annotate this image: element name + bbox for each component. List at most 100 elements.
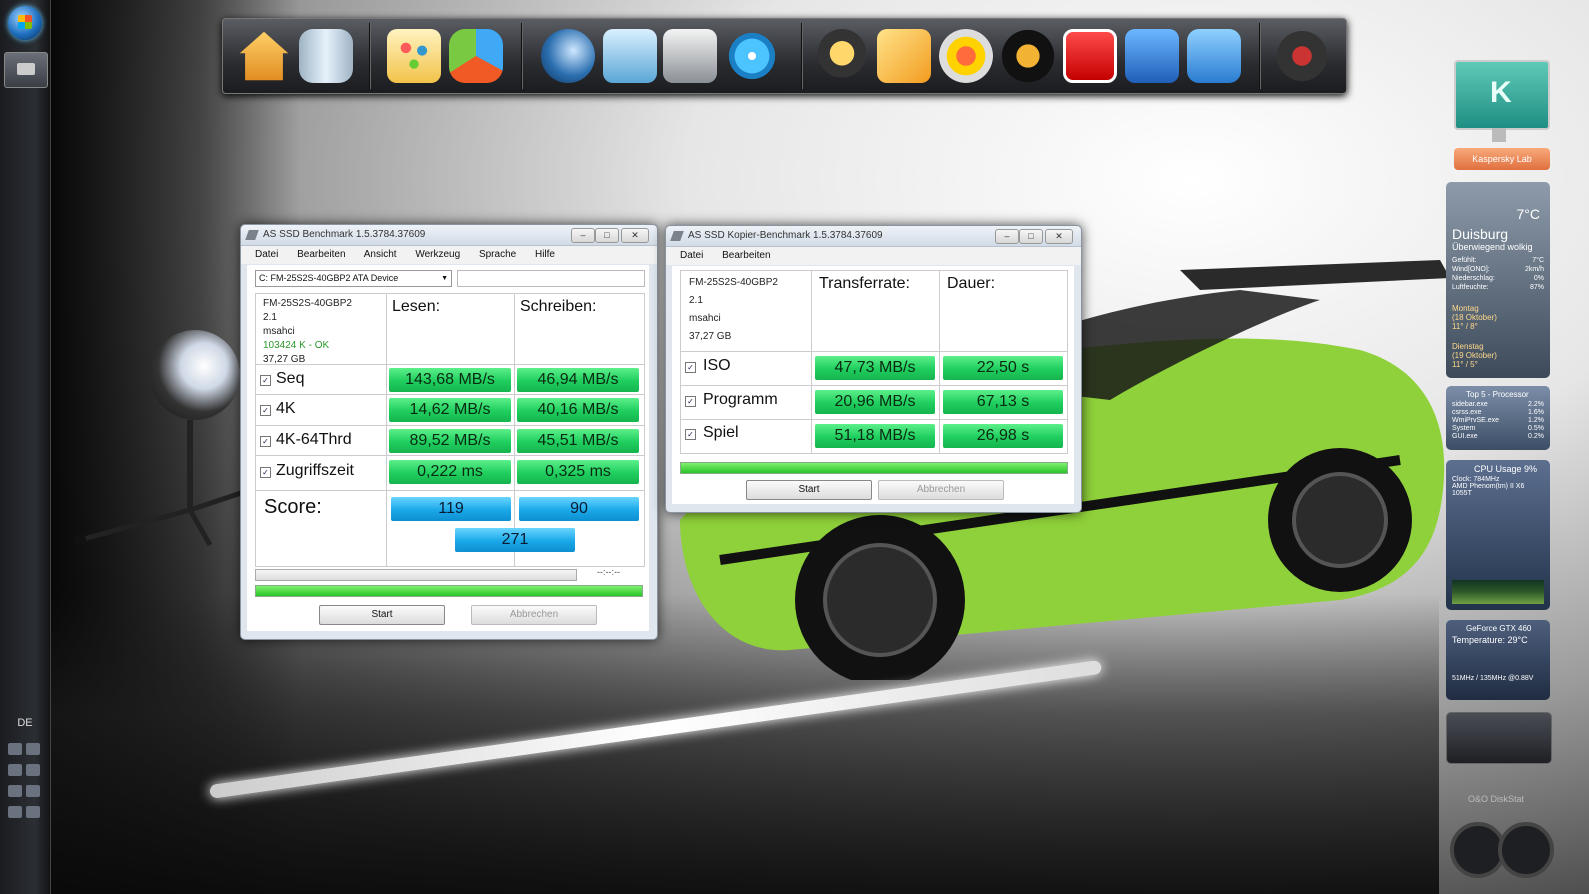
read-header: Lesen: xyxy=(392,298,441,315)
gpu-title: GeForce GTX 460 xyxy=(1466,624,1532,633)
cancel-button[interactable]: Abbrechen xyxy=(471,605,597,625)
r-logo-icon[interactable] xyxy=(1063,29,1117,83)
diskstat-gadget[interactable]: O&O DiskStat xyxy=(1446,786,1554,886)
tray-icon[interactable] xyxy=(8,806,22,818)
4k-checkbox[interactable]: ✓ xyxy=(260,405,271,416)
cpu-usage-gadget[interactable]: CPU Usage 9% Clock: 784MHz AMD Phenom(tm… xyxy=(1446,460,1550,610)
tray-icon[interactable] xyxy=(8,785,22,797)
taskbar-app-button[interactable] xyxy=(4,52,48,88)
menu-sprache[interactable]: Sprache xyxy=(479,249,516,260)
start-button[interactable] xyxy=(8,6,42,40)
close-button[interactable]: ✕ xyxy=(1045,229,1073,244)
start-button[interactable]: Start xyxy=(319,605,445,625)
game-checkbox[interactable]: ✓ xyxy=(685,429,696,440)
kaspersky-label: Kaspersky Lab xyxy=(1454,148,1550,170)
menu-hilfe[interactable]: Hilfe xyxy=(535,249,555,260)
window-titlebar[interactable]: AS SSD Benchmark 1.5.3784.37609 – □ ✕ xyxy=(241,225,657,246)
iso-rate-value: 47,73 MB/s xyxy=(815,356,935,380)
race-car-icon[interactable] xyxy=(1275,29,1329,83)
monitor-99-icon[interactable] xyxy=(663,29,717,83)
maximize-button[interactable]: □ xyxy=(595,228,619,243)
disk-activity-icon xyxy=(1498,822,1554,878)
4k64-checkbox[interactable]: ✓ xyxy=(260,436,271,447)
app-dock xyxy=(222,18,1347,94)
start-button[interactable]: Start xyxy=(746,480,872,500)
iso-label: ISO xyxy=(703,357,731,374)
menu-werkzeug[interactable]: Werkzeug xyxy=(415,249,460,260)
maximize-button[interactable]: □ xyxy=(1019,229,1043,244)
tray-icon[interactable] xyxy=(26,806,40,818)
drive-info: FM-25S2S-40GBP2 2.1 msahci 103424 K - OK… xyxy=(263,298,352,365)
program-label: Programm xyxy=(703,391,778,408)
copy-progress-bar xyxy=(680,462,1068,474)
4k-write-value: 40,16 MB/s xyxy=(517,398,639,422)
disc-arrow-icon[interactable] xyxy=(725,29,779,83)
4k-label: 4K xyxy=(276,400,296,417)
program-checkbox[interactable]: ✓ xyxy=(685,396,696,407)
paint-palette-icon[interactable] xyxy=(387,29,441,83)
kaspersky-gadget[interactable]: Kaspersky Lab xyxy=(1446,58,1550,173)
menu-bearbeiten[interactable]: Bearbeiten xyxy=(722,250,770,261)
drive-select[interactable]: C: FM-25S2S-40GBP2 ATA Device xyxy=(255,270,452,287)
forecast-day-2: Dienstag (19 Oktober) 11° / 5° xyxy=(1452,342,1497,369)
menu-datei[interactable]: Datei xyxy=(680,250,703,261)
window-title: AS SSD Benchmark 1.5.3784.37609 xyxy=(263,229,426,240)
window-titlebar[interactable]: AS SSD Kopier-Benchmark 1.5.3784.37609 –… xyxy=(666,226,1081,247)
photoshop-elements-icon[interactable] xyxy=(1187,29,1241,83)
menu-ansicht[interactable]: Ansicht xyxy=(364,249,397,260)
access-time-checkbox[interactable]: ✓ xyxy=(260,467,271,478)
weather-stats: Gefühlt: 7°C Wind[ONO]: 2km/h Niederschlag… xyxy=(1452,257,1544,291)
score-label: Score: xyxy=(264,496,322,518)
score-write: 90 xyxy=(519,497,639,521)
seq-checkbox[interactable]: ✓ xyxy=(260,375,271,386)
app-icon xyxy=(670,231,684,241)
cpu-clock: Clock: 784MHz xyxy=(1452,476,1500,483)
jar-icon[interactable] xyxy=(299,29,353,83)
kaspersky-logo-icon xyxy=(1454,60,1550,130)
duration-header: Dauer: xyxy=(947,275,996,292)
write-header: Schreiben: xyxy=(520,298,597,315)
weather-gadget[interactable]: 7°C Duisburg Überwiegend wolkig Gefühlt:… xyxy=(1446,182,1550,378)
system-tray xyxy=(6,740,46,824)
tray-icon[interactable] xyxy=(26,785,40,797)
tray-icon[interactable] xyxy=(8,743,22,755)
iso-checkbox[interactable]: ✓ xyxy=(685,362,696,373)
access-time-read-value: 0,222 ms xyxy=(389,460,511,484)
cancel-button[interactable]: Abbrechen xyxy=(878,480,1004,500)
media-player-icon[interactable] xyxy=(939,29,993,83)
menu-datei[interactable]: Datei xyxy=(255,249,278,260)
minimize-button[interactable]: – xyxy=(571,228,595,243)
top5-title: Top 5 - Processor xyxy=(1466,390,1529,399)
network-meter-gadget[interactable] xyxy=(1446,712,1552,764)
penguin-icon[interactable] xyxy=(1001,29,1055,83)
home-icon[interactable] xyxy=(239,31,289,81)
close-button[interactable]: ✕ xyxy=(621,228,649,243)
minimize-button[interactable]: – xyxy=(995,229,1019,244)
cpu-model: AMD Phenom(tm) II X6 1055T xyxy=(1452,483,1525,497)
gpu-temperature: Temperature: 29°C xyxy=(1452,635,1528,645)
language-indicator[interactable]: DE xyxy=(0,717,50,729)
top5-processor-gadget[interactable]: Top 5 - Processor sidebar.exe 2.2% csrss.… xyxy=(1446,386,1550,450)
taskbar: DE xyxy=(0,0,51,894)
checkmark-icon[interactable] xyxy=(877,29,931,83)
path-field[interactable] xyxy=(457,270,645,287)
telescope-icon[interactable] xyxy=(541,29,595,83)
colorful-shapes-icon[interactable] xyxy=(449,29,503,83)
total-progress-bar xyxy=(255,585,643,597)
as-ssd-benchmark-window: AS SSD Benchmark 1.5.3784.37609 – □ ✕ Da… xyxy=(240,224,658,640)
diskstat-label: O&O DiskStat xyxy=(1468,794,1525,804)
tray-icon[interactable] xyxy=(8,764,22,776)
4k-read-value: 14,62 MB/s xyxy=(389,398,511,422)
cpu-history-graph xyxy=(1452,580,1544,604)
seq-write-value: 46,94 MB/s xyxy=(517,368,639,392)
menu-bearbeiten[interactable]: Bearbeiten xyxy=(297,249,345,260)
network-computers-icon[interactable] xyxy=(603,29,657,83)
menu-bar: Datei Bearbeiten Ansicht Werkzeug Sprach… xyxy=(241,246,657,264)
folder-w-icon[interactable] xyxy=(1125,29,1179,83)
weather-temperature: 7°C xyxy=(1516,206,1541,222)
tray-icon[interactable] xyxy=(26,743,40,755)
gpu-gadget[interactable]: GeForce GTX 460 Temperature: 29°C 51MHz … xyxy=(1446,620,1550,700)
4k64-label: 4K-64Thrd xyxy=(276,431,352,448)
tray-icon[interactable] xyxy=(26,764,40,776)
monkey-icon[interactable] xyxy=(815,29,869,83)
